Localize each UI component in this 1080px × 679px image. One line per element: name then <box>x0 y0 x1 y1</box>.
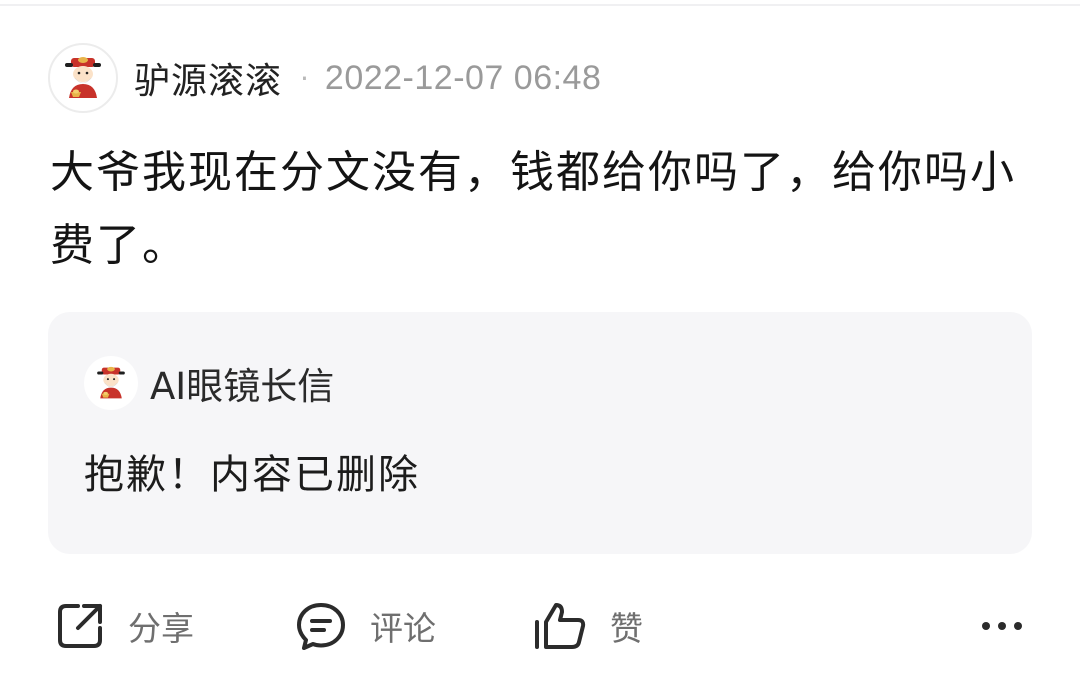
thumbs-up-icon <box>532 600 588 652</box>
fortune-god-avatar-icon <box>65 57 101 98</box>
meta-separator: · <box>300 61 309 95</box>
quoted-post-card[interactable]: AI眼镜长信 抱歉！内容已删除 <box>48 312 1032 554</box>
share-icon <box>54 600 106 652</box>
action-bar: 分享 评论 赞 <box>0 590 1080 662</box>
post-header: 驴源滚滚 · 2022-12-07 06:48 <box>48 42 601 114</box>
comment-button[interactable]: 评论 <box>294 590 436 662</box>
more-dots-icon <box>980 617 1024 636</box>
share-label: 分享 <box>128 609 194 648</box>
more-options-button[interactable] <box>980 590 1024 662</box>
quoted-author-name: AI眼镜长信 <box>150 365 335 408</box>
post-timestamp: 2022-12-07 06:48 <box>324 58 602 97</box>
comment-icon <box>294 600 348 652</box>
fortune-god-avatar-icon <box>97 366 125 399</box>
share-button[interactable]: 分享 <box>54 590 194 662</box>
comment-label: 评论 <box>370 609 436 648</box>
quoted-author-avatar <box>84 356 138 410</box>
author-name[interactable]: 驴源滚滚 <box>134 52 282 104</box>
like-label: 赞 <box>610 609 643 648</box>
like-button[interactable]: 赞 <box>532 590 643 662</box>
quoted-post-text: 抱歉！内容已删除 <box>84 452 420 498</box>
top-divider <box>0 4 1080 6</box>
post-body-text: 大爷我现在分文没有，钱都给你吗了，给你吗小费了。 <box>50 147 1016 271</box>
quoted-post-header: AI眼镜长信 <box>84 356 334 410</box>
author-avatar[interactable] <box>48 43 118 113</box>
